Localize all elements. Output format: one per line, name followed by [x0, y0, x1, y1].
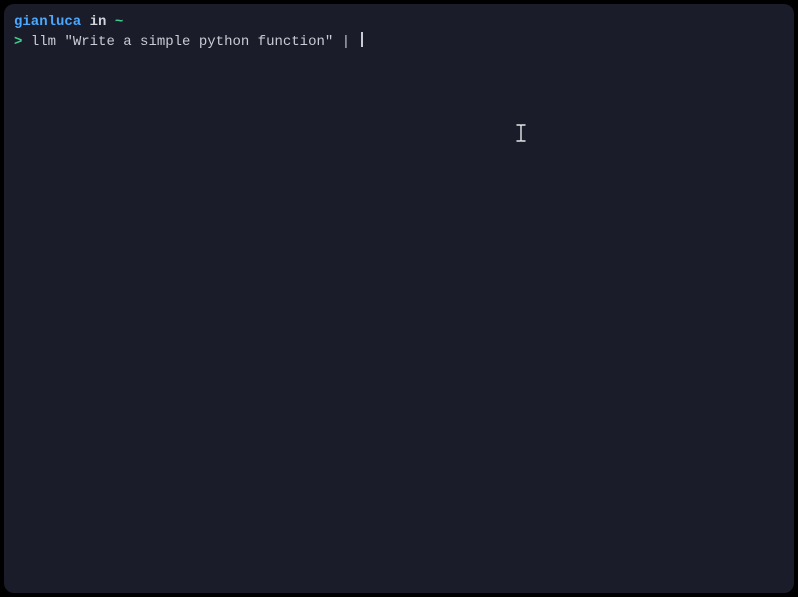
prompt-line-1: gianluca in ~: [14, 14, 784, 32]
terminal-window[interactable]: gianluca in ~ > llm "Write a simple pyth…: [4, 4, 794, 593]
prompt-path: ~: [115, 14, 123, 30]
command-line[interactable]: > llm "Write a simple python function" |: [14, 32, 784, 52]
pipe-symbol: |: [342, 34, 350, 50]
text-cursor: [361, 32, 363, 47]
prompt-user: gianluca: [14, 14, 81, 30]
command-program: llm: [31, 34, 56, 50]
prompt-in: in: [90, 14, 107, 30]
prompt-symbol: >: [14, 34, 22, 50]
command-argument: "Write a simple python function": [64, 34, 333, 50]
